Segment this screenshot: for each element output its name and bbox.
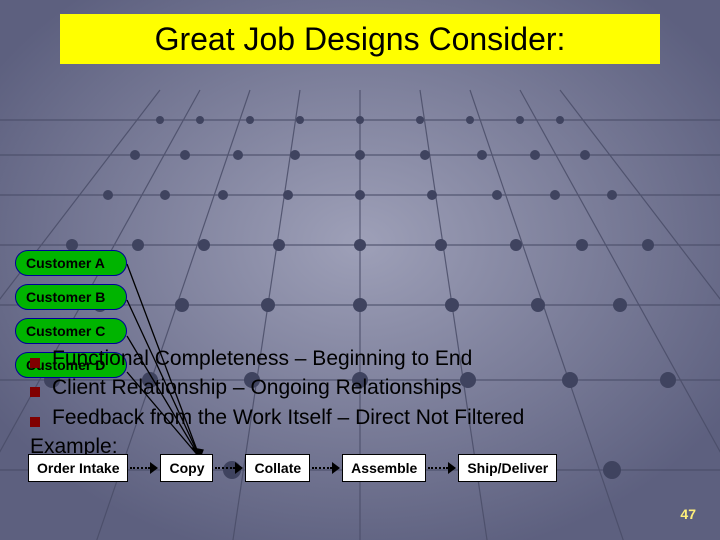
bullet-item: Client Relationship – Ongoing Relationsh…	[30, 374, 524, 401]
flow-step: Assemble	[342, 454, 426, 482]
bullet-icon	[30, 387, 40, 397]
flow-step: Ship/Deliver	[458, 454, 557, 482]
bullet-text: Feedback from the Work Itself – Direct N…	[52, 404, 524, 431]
flow-step: Copy	[160, 454, 213, 482]
slide-title: Great Job Designs Consider:	[155, 21, 566, 58]
arrow-right-icon	[213, 461, 245, 475]
arrow-right-icon	[128, 461, 160, 475]
customer-pill: Customer B	[15, 284, 127, 310]
flow-step: Order Intake	[28, 454, 128, 482]
page-number: 47	[680, 506, 696, 522]
bullet-icon	[30, 358, 40, 368]
process-flow: Order Intake Copy Collate Assemble Ship/…	[28, 454, 557, 482]
bullet-text: Functional Completeness – Beginning to E…	[52, 345, 472, 372]
bullet-item: Functional Completeness – Beginning to E…	[30, 345, 524, 372]
title-box: Great Job Designs Consider:	[60, 14, 660, 64]
customer-pill: Customer A	[15, 250, 127, 276]
bullet-list: Functional Completeness – Beginning to E…	[30, 345, 524, 460]
customer-pill: Customer C	[15, 318, 127, 344]
arrow-right-icon	[310, 461, 342, 475]
flow-step: Collate	[245, 454, 310, 482]
arrow-right-icon	[426, 461, 458, 475]
bullet-text: Client Relationship – Ongoing Relationsh…	[52, 374, 462, 401]
bullet-item: Feedback from the Work Itself – Direct N…	[30, 404, 524, 431]
bullet-icon	[30, 417, 40, 427]
